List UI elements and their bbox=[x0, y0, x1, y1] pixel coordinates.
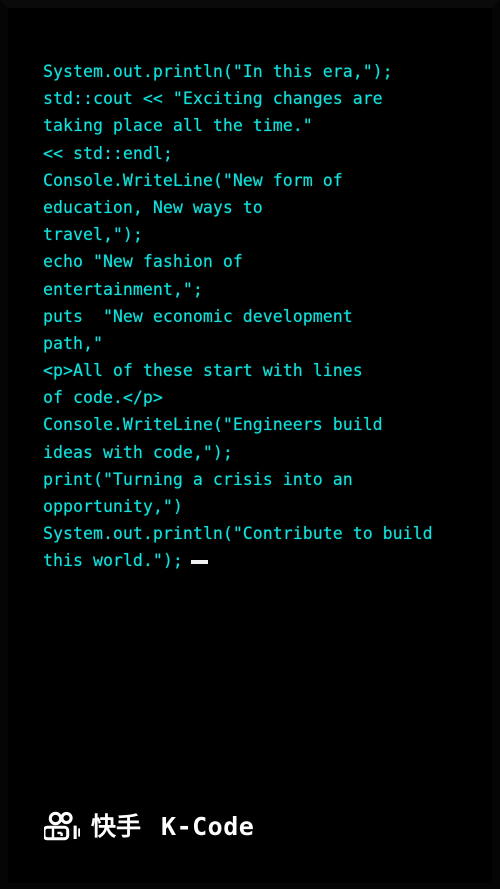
code-line: print("Turning a crisis into an bbox=[43, 469, 353, 489]
code-line: opportunity,") bbox=[43, 497, 183, 516]
app-screen: System.out.println("In this era,");std::… bbox=[0, 0, 500, 889]
code-line: taking place all the time." bbox=[43, 116, 313, 136]
footer-brand: 快手 K-Code bbox=[44, 811, 254, 841]
brand-name-en: K-Code bbox=[161, 811, 255, 841]
code-line: Console.WriteLine("Engineers build bbox=[43, 415, 383, 435]
code-line: ideas with code,"); bbox=[43, 442, 233, 462]
code-line: System.out.println("Contribute to build bbox=[43, 524, 433, 544]
code-line: education, New ways to bbox=[43, 197, 263, 217]
text-cursor bbox=[190, 560, 208, 565]
code-line: << std::endl; bbox=[43, 143, 173, 163]
code-line: travel,"); bbox=[43, 225, 143, 245]
code-line: puts "New economic development bbox=[43, 306, 353, 326]
code-line: System.out.println("In this era,"); bbox=[43, 62, 393, 81]
code-editor-content[interactable]: System.out.println("In this era,");std::… bbox=[43, 58, 473, 575]
code-line: this world."); bbox=[43, 547, 473, 574]
code-line: of code.</p> bbox=[43, 388, 163, 408]
code-line: std::cout << "Exciting changes are bbox=[43, 89, 383, 109]
code-line: path," bbox=[43, 333, 103, 353]
code-line: Console.WriteLine("New form of bbox=[43, 170, 343, 190]
kuaishou-camera-icon bbox=[44, 811, 80, 841]
code-line: entertainment,"; bbox=[43, 279, 203, 299]
code-line: <p>All of these start with lines bbox=[43, 361, 363, 381]
brand-name-cn: 快手 bbox=[91, 811, 142, 841]
code-line: echo "New fashion of bbox=[43, 252, 243, 272]
